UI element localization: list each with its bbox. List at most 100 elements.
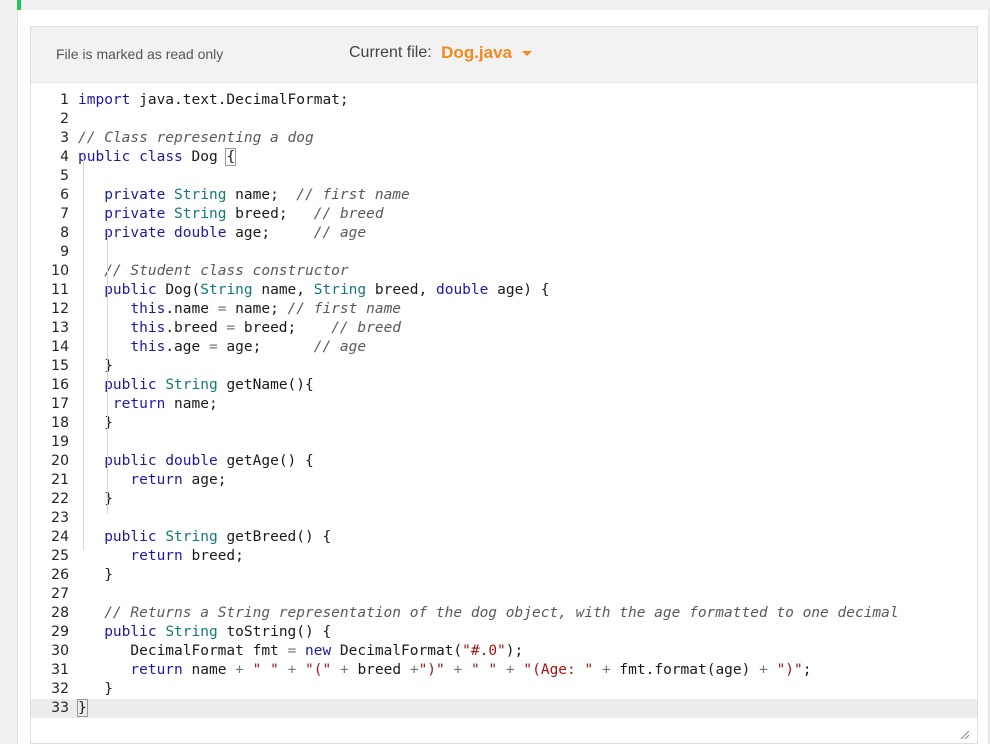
code-line[interactable]: 21 return age; — [31, 471, 977, 490]
code-line[interactable]: 29 public String toString() { — [31, 623, 977, 642]
code-line[interactable]: 23 — [31, 509, 977, 528]
line-number: 17 — [51, 396, 69, 412]
line-text[interactable]: private String name; // first name — [78, 186, 410, 205]
line-number: 24 — [51, 529, 69, 545]
line-number: 25 — [51, 548, 69, 564]
line-number: 14 — [51, 339, 69, 355]
line-number: 33 — [51, 700, 69, 716]
indent-guide — [107, 229, 108, 514]
line-number: 7 — [60, 206, 69, 222]
code-line[interactable]: 28 // Returns a String representation of… — [31, 604, 977, 623]
line-text[interactable]: return age; — [78, 471, 226, 490]
line-number: 9 — [60, 244, 69, 260]
code-area[interactable]: 1 import java.text.DecimalFormat; 2 3// Cla… — [31, 91, 977, 718]
line-number: 26 — [51, 567, 69, 583]
line-number: 1 — [60, 92, 69, 108]
line-number: 23 — [51, 510, 69, 526]
line-text[interactable]: } — [78, 680, 113, 699]
editor-header: File is marked as read only Current file… — [31, 27, 977, 83]
code-line[interactable]: 3 // Class representing a dog — [31, 129, 977, 148]
code-line[interactable]: 5 — [31, 167, 977, 186]
current-file-dropdown[interactable]: Current file: Dog.java — [349, 43, 533, 63]
line-number: 4 — [60, 149, 69, 165]
current-file-label: Current file: — [349, 44, 432, 61]
line-text[interactable]: } — [77, 699, 88, 718]
code-line[interactable]: 12 this.name = name; // first name — [31, 300, 977, 319]
code-line[interactable]: 2 — [31, 110, 977, 129]
code-line[interactable]: 14 this.age = age; // age — [31, 338, 977, 357]
line-number: 2 — [60, 111, 69, 127]
line-text[interactable]: } — [78, 566, 113, 585]
code-line[interactable]: 27 — [31, 585, 977, 604]
line-text[interactable]: public double getAge() { — [78, 452, 314, 471]
code-line[interactable]: 6 private String name; // first name — [31, 186, 977, 205]
line-number: 11 — [51, 282, 69, 298]
code-line[interactable]: 22 } — [31, 490, 977, 509]
line-number: 31 — [51, 662, 69, 678]
code-line[interactable]: 30 DecimalFormat fmt = new DecimalFormat… — [31, 642, 977, 661]
line-number: 22 — [51, 491, 69, 507]
line-number: 29 — [51, 624, 69, 640]
line-text[interactable]: public class Dog { — [78, 148, 237, 167]
code-line[interactable]: 18 } — [31, 414, 977, 433]
line-number: 21 — [51, 472, 69, 488]
resize-handle-icon[interactable] — [959, 729, 969, 739]
code-line[interactable]: 32 } — [31, 680, 977, 699]
line-text[interactable]: this.breed = breed; // breed — [78, 319, 401, 338]
code-line[interactable]: 15 } — [31, 357, 977, 376]
line-number: 28 — [51, 605, 69, 621]
line-text[interactable]: return breed; — [78, 547, 244, 566]
line-number: 12 — [51, 301, 69, 317]
code-line[interactable]: 20 public double getAge() { — [31, 452, 977, 471]
code-editor[interactable]: File is marked as read only Current file… — [30, 26, 978, 744]
line-text[interactable]: public String toString() { — [78, 623, 331, 642]
indent-guide — [83, 154, 84, 550]
line-text[interactable]: public String getBreed() { — [78, 528, 331, 547]
code-line[interactable]: 10 // Student class constructor — [31, 262, 977, 281]
line-number: 27 — [51, 586, 69, 602]
code-line[interactable]: 33} — [31, 699, 977, 718]
line-number: 30 — [51, 643, 69, 659]
code-line[interactable]: 8 private double age; // age — [31, 224, 977, 243]
code-line[interactable]: 31 return name + " " + "(" + breed +")" … — [31, 661, 977, 680]
line-number: 6 — [60, 187, 69, 203]
code-line[interactable]: 16 public String getName(){ — [31, 376, 977, 395]
line-text[interactable]: DecimalFormat fmt = new DecimalFormat("#… — [78, 642, 523, 661]
line-number: 20 — [51, 453, 69, 469]
line-text[interactable]: public String getName(){ — [78, 376, 314, 395]
current-file-name[interactable]: Dog.java — [441, 43, 512, 62]
line-number: 16 — [51, 377, 69, 393]
line-text[interactable]: import java.text.DecimalFormat; — [78, 91, 349, 110]
line-number: 32 — [51, 681, 69, 697]
line-text[interactable]: public Dog(String name, String breed, do… — [78, 281, 549, 300]
line-text[interactable]: // Student class constructor — [78, 262, 348, 281]
code-line[interactable]: 26 } — [31, 566, 977, 585]
line-number: 15 — [51, 358, 69, 374]
code-line[interactable]: 25 return breed; — [31, 547, 977, 566]
line-text[interactable]: // Returns a String representation of th… — [78, 604, 898, 623]
line-text[interactable]: private String breed; // breed — [78, 205, 383, 224]
line-text[interactable]: this.age = age; // age — [78, 338, 366, 357]
code-line[interactable]: 7 private String breed; // breed — [31, 205, 977, 224]
code-line[interactable]: 11 public Dog(String name, String breed,… — [31, 281, 977, 300]
line-number: 13 — [51, 320, 69, 336]
code-line[interactable]: 24 public String getBreed() { — [31, 528, 977, 547]
status-indicator-bar — [17, 0, 21, 10]
readonly-notice: File is marked as read only — [56, 46, 224, 62]
line-number: 8 — [60, 225, 69, 241]
line-text[interactable]: private double age; // age — [78, 224, 366, 243]
code-line[interactable]: 13 this.breed = breed; // breed — [31, 319, 977, 338]
line-number: 19 — [51, 434, 69, 450]
code-line[interactable]: 19 — [31, 433, 977, 452]
code-line[interactable]: 4 public class Dog { — [31, 148, 977, 167]
code-line[interactable]: 17 return name; — [31, 395, 977, 414]
line-number: 18 — [51, 415, 69, 431]
code-line[interactable]: 9 — [31, 243, 977, 262]
line-text[interactable]: this.name = name; // first name — [78, 300, 401, 319]
code-line[interactable]: 1 import java.text.DecimalFormat; — [31, 91, 977, 110]
line-text[interactable]: return name; — [78, 395, 218, 414]
line-text[interactable]: return name + " " + "(" + breed +")" + "… — [78, 661, 811, 680]
line-text[interactable]: // Class representing a dog — [78, 129, 314, 148]
line-number: 3 — [60, 130, 69, 146]
chevron-down-icon[interactable] — [522, 50, 533, 56]
